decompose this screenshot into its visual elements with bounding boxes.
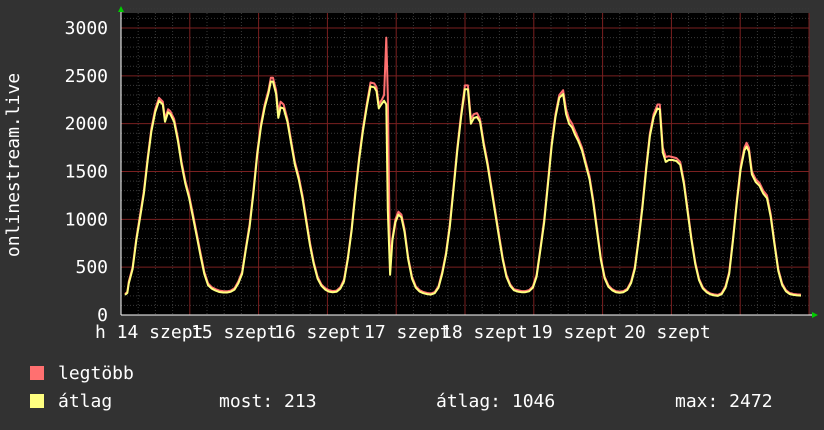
y-axis-label: onlinestream.live [3,73,24,257]
stat-average: átlag: 1046 [436,391,556,412]
y-tick-label: 1000 [65,209,108,230]
legend-label-avg: átlag [58,391,113,412]
y-tick-label: 500 [75,257,108,278]
x-tick-label: 15 szept [191,322,278,343]
x-tick-label: h 14 szept [95,322,203,343]
x-tick-labels: h 14 szept15 szept16 szept 17 szept18 sze… [95,322,711,343]
y-tick-label: 1500 [65,162,108,183]
y-tick-label: 3000 [65,18,108,39]
chart-area: 050010001500200025003000 h 14 szept15 sz… [3,6,818,343]
legend-item-max: legtöbb [30,363,134,385]
stat-max: max: 2472 [675,391,773,412]
x-axis-arrow [812,312,818,318]
stat-current: most: 213 [219,391,317,412]
legend-item-avg: átlag [30,391,112,413]
y-tick-label: 2500 [65,66,108,87]
y-tick-label: 2000 [65,114,108,135]
y-axis-arrow [118,6,124,12]
x-tick-label: 20 szept [624,322,711,343]
legend-swatch-max [30,366,44,380]
y-tick-labels: 050010001500200025003000 [65,18,108,326]
legend-swatch-avg [30,394,44,408]
x-tick-label: 17 szept [364,322,451,343]
x-tick-label: 18 szept [441,322,528,343]
legend-label-max: legtöbb [58,363,134,384]
x-tick-label: 16 szept [274,322,361,343]
x-tick-label: 19 szept [531,322,618,343]
